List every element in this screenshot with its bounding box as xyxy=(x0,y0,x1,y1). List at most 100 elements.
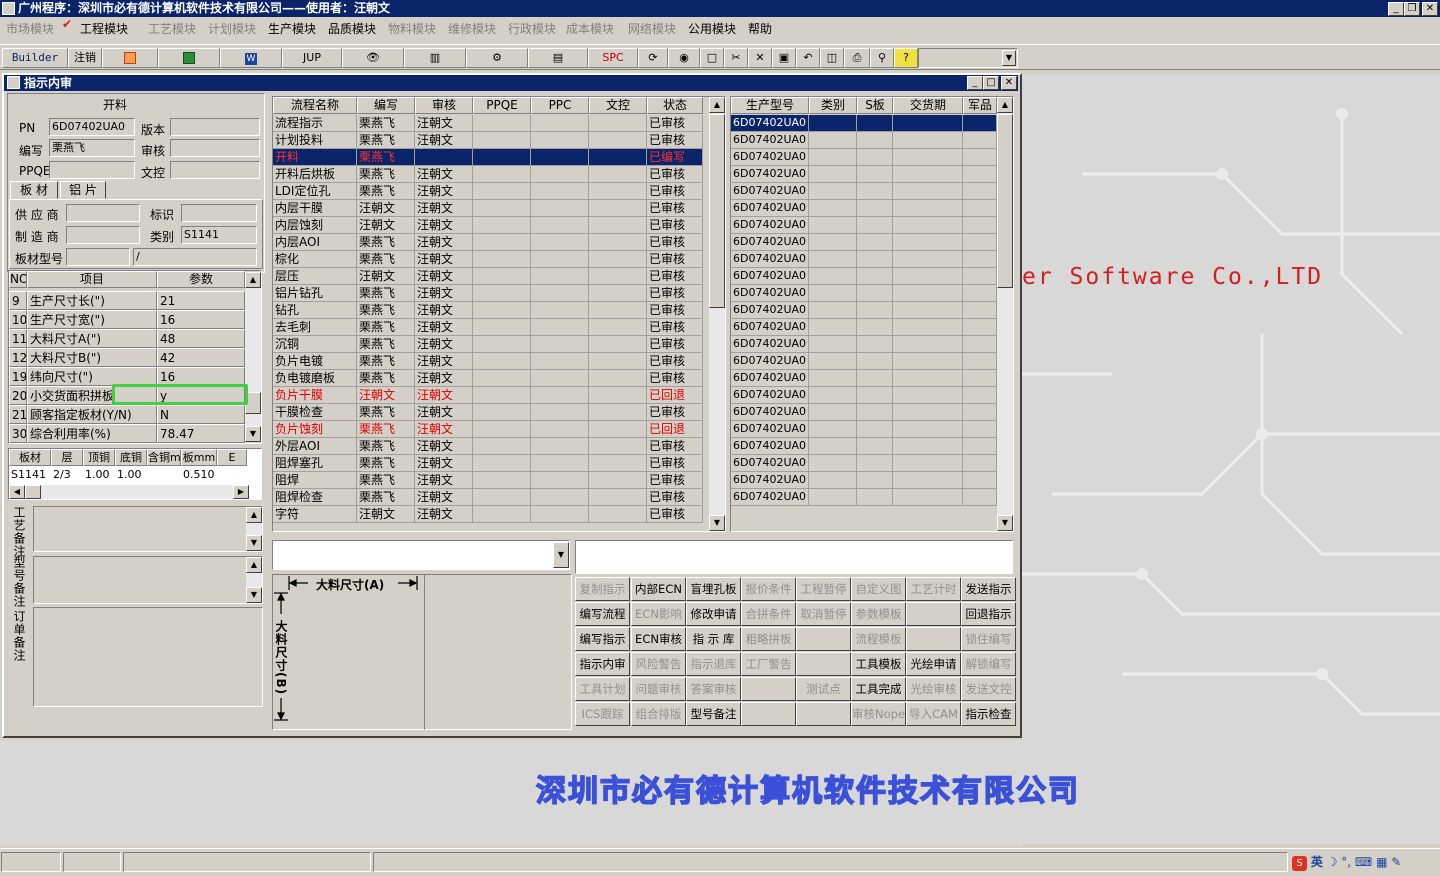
flow-cell[interactable] xyxy=(473,302,531,319)
model-cell[interactable] xyxy=(893,285,963,302)
flow-cell[interactable]: 阻焊 xyxy=(273,472,357,489)
flow-cell[interactable]: 栗燕飞 xyxy=(357,251,415,268)
scroll-down-icon[interactable]: ▼ xyxy=(997,515,1013,531)
model-cell[interactable]: 6D07402UA0 xyxy=(731,115,809,132)
flow-cell[interactable] xyxy=(589,166,647,183)
flow-cell[interactable]: 已审核 xyxy=(647,285,703,302)
flow-header-3[interactable]: PPQE xyxy=(473,97,531,114)
flow-cell[interactable] xyxy=(531,251,589,268)
flow-cell[interactable]: 汪朝文 xyxy=(415,353,473,370)
flow-cell[interactable]: 已审核 xyxy=(647,166,703,183)
model-cell[interactable] xyxy=(963,353,997,370)
model-cell[interactable] xyxy=(857,404,893,421)
maker-field[interactable] xyxy=(66,226,140,244)
model-cell[interactable] xyxy=(809,438,857,455)
model-cell[interactable] xyxy=(809,200,857,217)
action-button[interactable]: 复制指示 xyxy=(575,577,630,601)
flow-cell[interactable] xyxy=(589,506,647,523)
flow-cell[interactable]: 栗燕飞 xyxy=(357,404,415,421)
param-header-1[interactable]: 项目 xyxy=(27,271,157,288)
flow-cell[interactable]: 栗燕飞 xyxy=(357,319,415,336)
flow-cell[interactable] xyxy=(473,506,531,523)
model-cell[interactable] xyxy=(893,319,963,336)
flow-header-5[interactable]: 文控 xyxy=(589,97,647,114)
flow-cell[interactable]: 已审核 xyxy=(647,268,703,285)
action-button[interactable]: 指示检查 xyxy=(961,702,1016,726)
flow-cell[interactable]: 已审核 xyxy=(647,472,703,489)
param-cell[interactable]: 48 xyxy=(157,329,245,348)
model-cell[interactable] xyxy=(963,370,997,387)
flow-cell[interactable] xyxy=(473,387,531,404)
flow-cell[interactable]: 栗燕飞 xyxy=(357,115,415,132)
flow-cell[interactable]: 栗燕飞 xyxy=(357,353,415,370)
flow-cell[interactable]: 已审核 xyxy=(647,489,703,506)
flow-cell[interactable]: 栗燕飞 xyxy=(357,166,415,183)
param-cell[interactable]: 9 xyxy=(9,291,27,310)
model-cell[interactable] xyxy=(893,234,963,251)
flow-cell[interactable]: 栗燕飞 xyxy=(357,336,415,353)
menu-item-4[interactable]: 生产模块 xyxy=(268,20,316,37)
param-cell[interactable]: 16 xyxy=(157,310,245,329)
excel-icon[interactable] xyxy=(158,48,220,68)
flow-cell[interactable]: 汪朝文 xyxy=(415,370,473,387)
flow-cell[interactable]: 栗燕飞 xyxy=(357,421,415,438)
action-button[interactable]: 工程暂停 xyxy=(796,577,851,601)
model-cell[interactable] xyxy=(809,268,857,285)
flow-cell[interactable]: 去毛刺 xyxy=(273,319,357,336)
model-cell[interactable] xyxy=(893,115,963,132)
flow-cell[interactable] xyxy=(531,455,589,472)
keyboard-icon[interactable]: ⌨ xyxy=(1355,855,1372,869)
cut-icon[interactable]: ✂ xyxy=(724,48,748,68)
flow-cell[interactable]: 汪朝文 xyxy=(415,268,473,285)
flow-cell[interactable]: 汪朝文 xyxy=(357,506,415,523)
spc-button[interactable]: SPC xyxy=(588,48,638,68)
menu-item-12[interactable]: 帮助 xyxy=(748,20,772,37)
menu-item-11[interactable]: 公用模块 xyxy=(688,20,736,37)
network-icon[interactable]: ⚙ xyxy=(466,48,528,68)
flow-cell[interactable]: 字符 xyxy=(273,506,357,523)
action-button[interactable]: 工厂警告 xyxy=(741,652,796,676)
model-cell[interactable] xyxy=(963,455,997,472)
board-model-field[interactable] xyxy=(66,248,130,266)
model-cell[interactable] xyxy=(893,217,963,234)
flow-cell[interactable] xyxy=(531,268,589,285)
flow-cell[interactable] xyxy=(473,132,531,149)
flow-cell[interactable]: 负电镀磨板 xyxy=(273,370,357,387)
flow-cell[interactable]: 负片电镀 xyxy=(273,353,357,370)
model-cell[interactable] xyxy=(857,438,893,455)
model-cell[interactable] xyxy=(893,336,963,353)
flow-cell[interactable] xyxy=(589,472,647,489)
flow-cell[interactable] xyxy=(589,183,647,200)
flow-cell[interactable]: 阻焊检查 xyxy=(273,489,357,506)
model-cell[interactable] xyxy=(809,149,857,166)
flow-cell[interactable]: 栗燕飞 xyxy=(357,285,415,302)
model-cell[interactable] xyxy=(809,489,857,506)
param-cell[interactable]: 42 xyxy=(157,348,245,367)
action-button[interactable]: ECN影响 xyxy=(631,602,686,626)
model-cell[interactable] xyxy=(809,132,857,149)
flow-cell[interactable] xyxy=(473,285,531,302)
flow-cell[interactable]: 汪朝文 xyxy=(415,506,473,523)
model-note-field[interactable] xyxy=(33,556,263,604)
scroll-up-icon[interactable]: ▲ xyxy=(246,557,262,573)
flow-cell[interactable]: 已审核 xyxy=(647,336,703,353)
model-cell[interactable] xyxy=(857,489,893,506)
flow-cell[interactable]: 汪朝文 xyxy=(415,421,473,438)
memo-combo[interactable] xyxy=(272,540,570,570)
model-cell[interactable] xyxy=(809,234,857,251)
model-cell[interactable] xyxy=(857,200,893,217)
model-cell[interactable] xyxy=(809,421,857,438)
flow-cell[interactable] xyxy=(531,421,589,438)
param-cell[interactable]: 10 xyxy=(9,310,27,329)
action-button[interactable]: 型号备注 xyxy=(686,702,741,726)
action-button[interactable] xyxy=(796,627,851,651)
param-cell[interactable]: 78.47 xyxy=(157,424,245,443)
model-cell[interactable] xyxy=(809,319,857,336)
model-cell[interactable] xyxy=(963,251,997,268)
model-cell[interactable] xyxy=(857,166,893,183)
flow-header-1[interactable]: 编写 xyxy=(357,97,415,114)
flow-cell[interactable]: 已审核 xyxy=(647,132,703,149)
flow-cell[interactable]: 汪朝文 xyxy=(415,302,473,319)
model-cell[interactable] xyxy=(963,217,997,234)
flow-cell[interactable] xyxy=(473,319,531,336)
